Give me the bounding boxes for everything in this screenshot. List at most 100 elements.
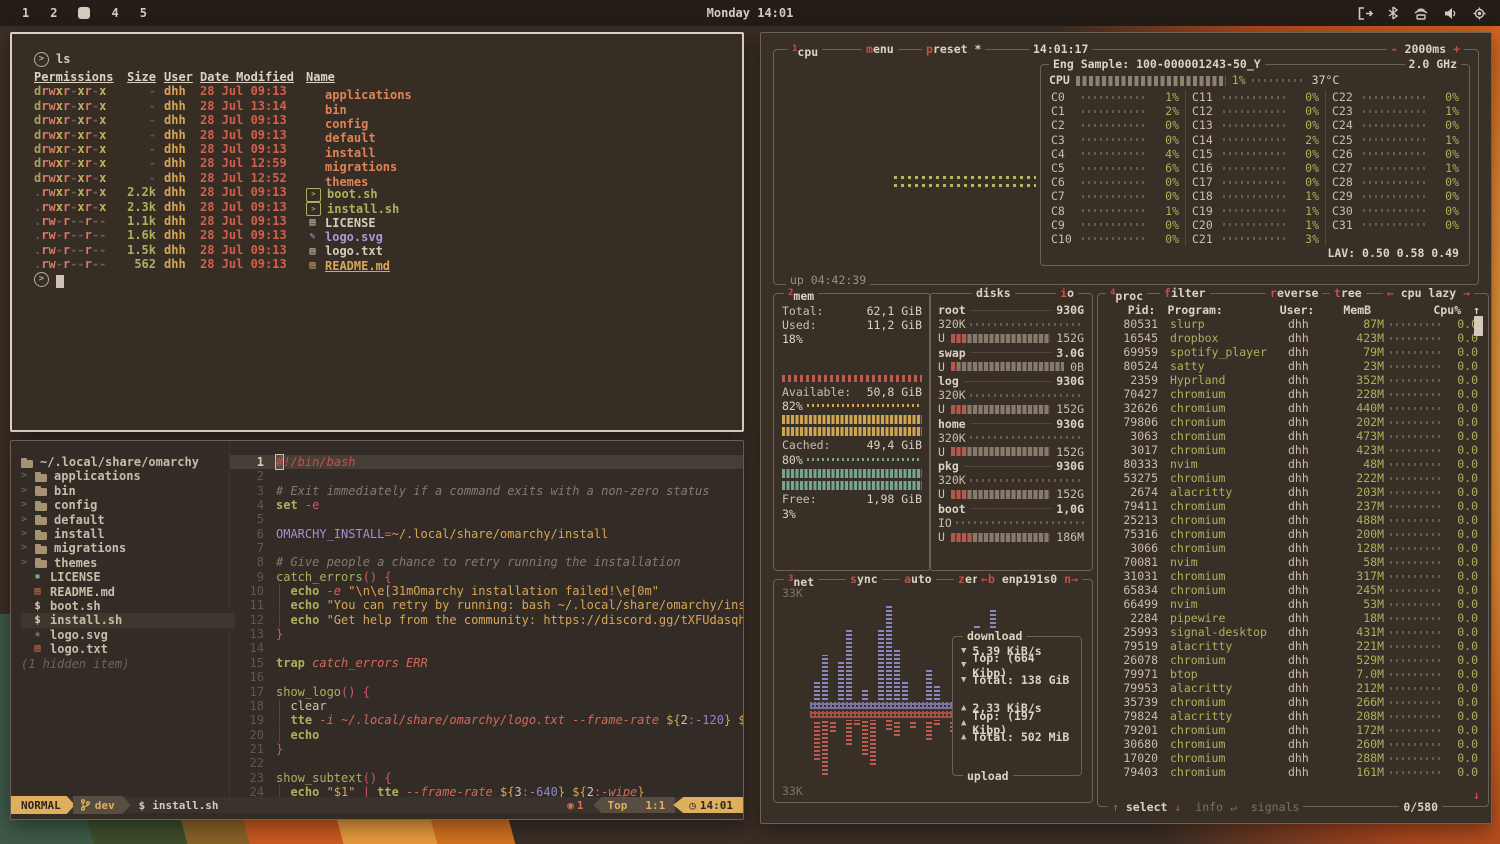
process-mem: 221M xyxy=(1340,639,1384,653)
process-row[interactable]: 3063chromiumdhh473M0.0 xyxy=(1098,429,1488,443)
tree-item-install[interactable]: >install xyxy=(21,527,239,541)
core-pct: 1% xyxy=(1153,204,1179,218)
process-row[interactable]: 79201chromiumdhh172M0.0 xyxy=(1098,723,1488,737)
proc-col-program[interactable]: Program: xyxy=(1155,303,1279,317)
proc-tab[interactable]: 4proc xyxy=(1106,286,1147,303)
process-row[interactable]: 2674alacrittydhh203M0.0 xyxy=(1098,485,1488,499)
process-row[interactable]: 31031chromiumdhh317M0.0 xyxy=(1098,569,1488,583)
process-row[interactable]: 80524sattydhh23M0.0 xyxy=(1098,359,1488,373)
process-row[interactable]: 79953alacrittydhh212M0.0 xyxy=(1098,681,1488,695)
tree-item-migrations[interactable]: >migrations xyxy=(21,541,239,555)
code-text: │ tte -i ~/.local/share/omarchy/logo.txt… xyxy=(276,713,743,727)
proc-scrollbar[interactable] xyxy=(1474,316,1483,336)
process-row[interactable]: 79971btopdhh7.0M0.0 xyxy=(1098,667,1488,681)
process-row[interactable]: 3066chromiumdhh128M0.0 xyxy=(1098,541,1488,555)
process-row[interactable]: 79519alacrittydhh221M0.0 xyxy=(1098,639,1488,653)
code-pane[interactable]: 1#!/bin/bash23# Exit immediately if a co… xyxy=(229,441,743,797)
tree-item-LICENSE[interactable]: ▪LICENSE xyxy=(21,570,239,584)
process-row[interactable]: 69959spotify_playerdhh79M0.0 xyxy=(1098,345,1488,359)
sort-column-switcher[interactable]: ← cpu lazy → xyxy=(1383,286,1474,300)
info-label[interactable]: info xyxy=(1195,800,1223,814)
core-name: C8 xyxy=(1051,204,1077,218)
io-mode-button[interactable]: io xyxy=(1056,286,1078,300)
process-row[interactable]: 79411chromiumdhh237M0.0 xyxy=(1098,499,1488,513)
tree-item-default[interactable]: >default xyxy=(21,513,239,527)
logout-icon[interactable] xyxy=(1358,7,1373,20)
preset-button[interactable]: preset * xyxy=(922,42,985,56)
process-row[interactable]: 2284pipewiredhh18M0.0 xyxy=(1098,611,1488,625)
bluetooth-icon[interactable] xyxy=(1388,6,1398,20)
chevron-right-icon: > xyxy=(21,498,29,512)
filter-button[interactable]: filter xyxy=(1160,286,1210,300)
folder-icon xyxy=(306,176,319,188)
refresh-interval[interactable]: - 2000ms + xyxy=(1387,42,1464,56)
process-name: Hyprland xyxy=(1158,373,1288,387)
proc-col-pid[interactable]: Pid: xyxy=(1106,303,1155,317)
tree-root[interactable]: ~/.local/share/omarchy xyxy=(21,455,239,469)
tree-item-README.md[interactable]: ▤README.md xyxy=(21,585,239,599)
process-row[interactable]: 26078chromiumdhh529M0.0 xyxy=(1098,653,1488,667)
process-cpu: 0.0 xyxy=(1448,359,1478,373)
process-row[interactable]: 79824alacrittydhh208M0.0 xyxy=(1098,709,1488,723)
net-sync-button[interactable]: sync xyxy=(846,572,882,586)
process-pid: 26078 xyxy=(1106,653,1158,667)
file-permissions: drwxr-xr-x xyxy=(34,84,114,98)
process-row[interactable]: 32626chromiumdhh440M0.0 xyxy=(1098,401,1488,415)
core-meter xyxy=(1082,110,1148,113)
net-auto-button[interactable]: auto xyxy=(900,572,936,586)
terminal-window[interactable]: > ls Permissions Size User Date Modified… xyxy=(10,32,744,432)
core-name: C15 xyxy=(1192,147,1218,161)
process-row[interactable]: 75316chromiumdhh200M0.0 xyxy=(1098,527,1488,541)
editor-window[interactable]: ~/.local/share/omarchy >applications>bin… xyxy=(10,440,744,820)
process-row[interactable]: 2359Hyprlanddhh352M0.0 xyxy=(1098,373,1488,387)
uptime: up 04:42:39 xyxy=(786,273,870,287)
process-row[interactable]: 65834chromiumdhh245M0.0 xyxy=(1098,583,1488,597)
tree-item-config[interactable]: >config xyxy=(21,498,239,512)
tree-item-bin[interactable]: >bin xyxy=(21,484,239,498)
proc-scroll-down[interactable]: ↓ xyxy=(1473,788,1480,802)
tree-item-themes[interactable]: >themes xyxy=(21,556,239,570)
mem-tab[interactable]: 2mem xyxy=(784,286,818,303)
process-row[interactable]: 66499nvimdhh53M0.0 xyxy=(1098,597,1488,611)
process-pid: 2674 xyxy=(1106,485,1158,499)
process-row[interactable]: 3017chromiumdhh423M0.0 xyxy=(1098,443,1488,457)
process-row[interactable]: 17020chromiumdhh288M0.0 xyxy=(1098,751,1488,765)
cpu-tab[interactable]: 1cpu xyxy=(788,42,822,59)
tree-item-logo.svg[interactable]: ✳logo.svg xyxy=(21,628,239,642)
tree-item-boot.sh[interactable]: $boot.sh xyxy=(21,599,239,613)
proc-col-cpu[interactable]: Cpu% xyxy=(1433,303,1462,317)
process-row[interactable]: 25993signal-desktopdhh431M0.0 xyxy=(1098,625,1488,639)
disk-name: swap xyxy=(938,346,966,360)
prompt-row-empty[interactable]: > xyxy=(34,272,742,287)
process-row[interactable]: 70427chromiumdhh228M0.0 xyxy=(1098,387,1488,401)
process-row[interactable]: 80531slurpdhh87M0.0 xyxy=(1098,317,1488,331)
process-row[interactable]: 79806chromiumdhh202M0.0 xyxy=(1098,415,1488,429)
process-row[interactable]: 79403chromiumdhh161M0.0 xyxy=(1098,765,1488,779)
settings-icon[interactable] xyxy=(1473,7,1486,20)
signals-label[interactable]: signals xyxy=(1251,800,1299,814)
select-label[interactable]: select xyxy=(1126,800,1168,814)
proc-col-mem[interactable]: MemB xyxy=(1329,303,1371,317)
process-row[interactable]: 80333nvimdhh48M0.0 xyxy=(1098,457,1488,471)
file-permissions: .rw-r--r-- xyxy=(34,243,114,257)
process-row[interactable]: 35739chromiumdhh266M0.0 xyxy=(1098,695,1488,709)
menu-button[interactable]: menu xyxy=(862,42,898,56)
tree-item-install.sh[interactable]: $install.sh xyxy=(21,613,235,627)
process-row[interactable]: 25213chromiumdhh488M0.0 xyxy=(1098,513,1488,527)
tree-item-logo.txt[interactable]: ▤logo.txt xyxy=(21,642,239,656)
network-icon[interactable] xyxy=(1413,7,1429,20)
process-row[interactable]: 70081nvimdhh58M0.0 xyxy=(1098,555,1488,569)
btop-window[interactable]: 1cpu menu preset * 14:01:17 - 2000ms + u… xyxy=(760,32,1492,824)
volume-icon[interactable] xyxy=(1444,7,1458,20)
file-icon: ▤ xyxy=(306,217,319,229)
tree-item-applications[interactable]: >applications xyxy=(21,469,239,483)
process-row[interactable]: 53275chromiumdhh222M0.0 xyxy=(1098,471,1488,485)
process-mem-meter xyxy=(1390,323,1442,326)
current-file: $ install.sh xyxy=(139,799,219,812)
process-row[interactable]: 30680chromiumdhh260M0.0 xyxy=(1098,737,1488,751)
reverse-button[interactable]: reverse xyxy=(1266,286,1322,300)
proc-col-user[interactable]: User: xyxy=(1280,303,1329,317)
tree-button[interactable]: tree xyxy=(1330,286,1366,300)
net-interface-switcher[interactable]: ←b enp191s0 n→ xyxy=(977,572,1082,586)
process-row[interactable]: 16545dropboxdhh423M0.0 xyxy=(1098,331,1488,345)
